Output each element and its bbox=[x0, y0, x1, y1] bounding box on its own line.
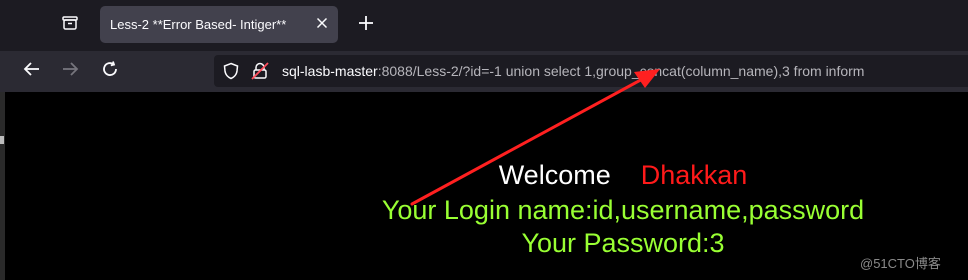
page-left-edge bbox=[0, 92, 5, 280]
forward-arrow-icon bbox=[61, 60, 79, 83]
address-bar[interactable]: sql-lasb-master:8088/Less-2/?id=-1 union… bbox=[214, 55, 968, 87]
back-button[interactable] bbox=[16, 55, 48, 87]
url-path: :8088/Less-2/?id=-1 union select 1,group… bbox=[377, 63, 865, 79]
user-name: Dhakkan bbox=[640, 160, 748, 190]
reload-icon bbox=[101, 60, 119, 83]
navigation-toolbar: sql-lasb-master:8088/Less-2/?id=-1 union… bbox=[0, 51, 968, 92]
lock-warning-icon[interactable] bbox=[251, 62, 269, 80]
url-text[interactable]: sql-lasb-master:8088/Less-2/?id=-1 union… bbox=[282, 62, 968, 80]
tab-list-button[interactable] bbox=[52, 8, 88, 42]
tab-list-icon bbox=[61, 14, 79, 37]
tab-active[interactable]: Less-2 **Error Based- Intiger** bbox=[100, 6, 338, 43]
login-name-result: Your Login name:id,username,password bbox=[381, 195, 865, 225]
shield-icon[interactable] bbox=[222, 62, 240, 80]
forward-button[interactable] bbox=[54, 55, 86, 87]
close-tab-button[interactable] bbox=[312, 15, 332, 35]
back-arrow-icon bbox=[23, 60, 41, 83]
welcome-label: Welcome bbox=[498, 160, 611, 190]
tab-title: Less-2 **Error Based- Intiger** bbox=[110, 17, 287, 32]
password-result: Your Password:3 bbox=[521, 228, 725, 258]
url-host: sql-lasb-master bbox=[282, 63, 378, 79]
tab-bar: Less-2 **Error Based- Intiger** bbox=[0, 0, 968, 51]
reload-button[interactable] bbox=[94, 55, 126, 87]
plus-icon bbox=[358, 15, 374, 36]
watermark: @51CTO博客 bbox=[860, 256, 941, 271]
new-tab-button[interactable] bbox=[350, 9, 382, 41]
browser-window: Less-2 **Error Based- Intiger** sql-lasb… bbox=[0, 0, 968, 280]
welcome-line: Welcome Dhakkan bbox=[0, 158, 968, 192]
edge-marker bbox=[0, 136, 4, 144]
page-content: Welcome Dhakkan Your Login name:id,userna… bbox=[0, 92, 968, 280]
close-icon bbox=[316, 16, 328, 34]
